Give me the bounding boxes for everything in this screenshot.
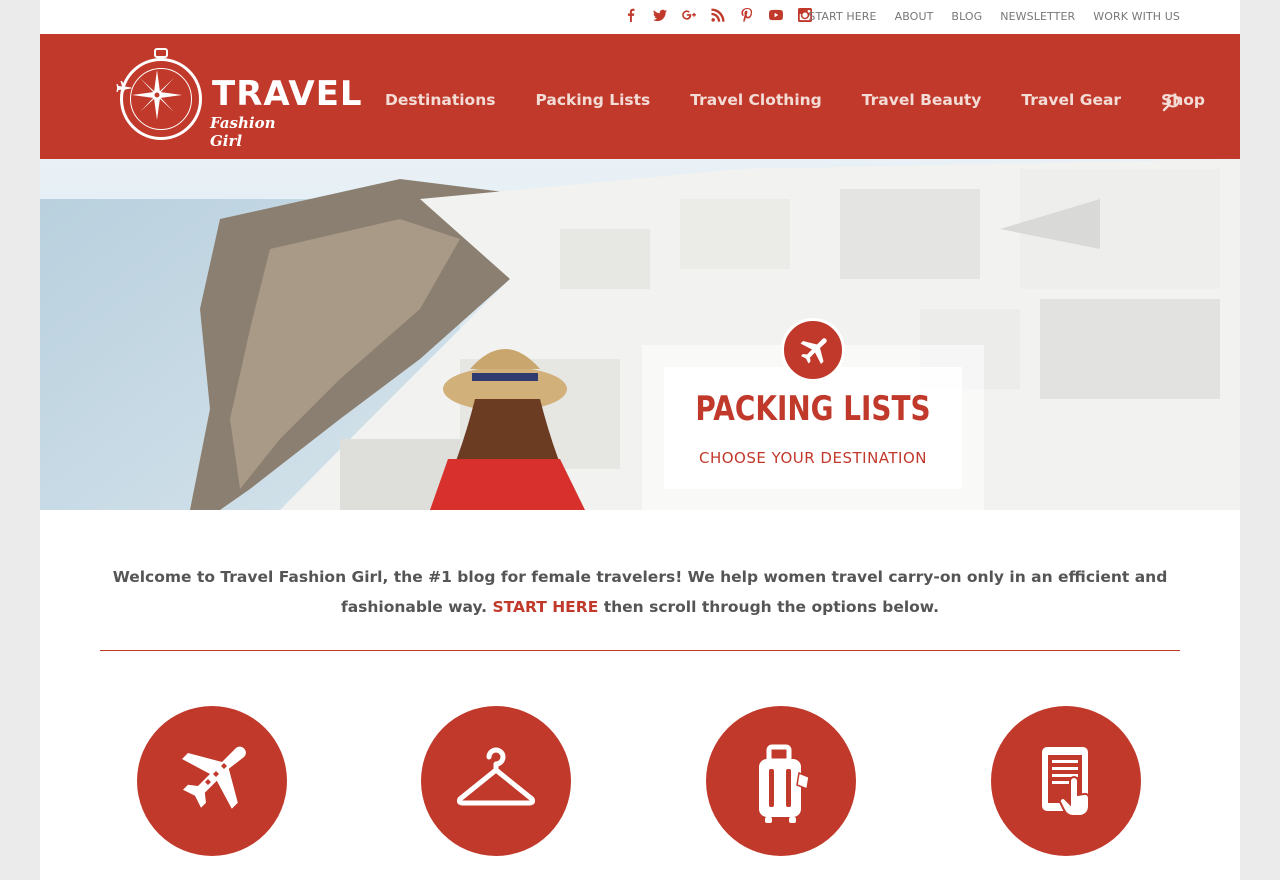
tablet-touch-icon	[1042, 747, 1090, 817]
site-header: TRAVEL Fashion Girl Destinations Packing…	[40, 34, 1240, 159]
top-link-start-here[interactable]: START HERE	[808, 10, 876, 23]
top-link-about[interactable]: ABOUT	[895, 10, 934, 23]
rss-icon[interactable]	[703, 4, 732, 26]
facebook-icon[interactable]	[616, 4, 645, 26]
hero-subtitle: CHOOSE YOUR DESTINATION	[698, 449, 928, 467]
site-logo[interactable]: TRAVEL Fashion Girl	[116, 48, 362, 150]
category-luggage[interactable]	[706, 706, 856, 856]
category-hanger[interactable]	[421, 706, 571, 856]
nav-travel-clothing[interactable]: Travel Clothing	[690, 91, 822, 109]
luggage-icon	[759, 744, 810, 823]
social-icons	[616, 4, 819, 26]
airplane-icon	[800, 338, 827, 364]
hanger-icon	[456, 747, 536, 806]
twitter-icon[interactable]	[645, 4, 674, 26]
top-link-work-with-us[interactable]: WORK WITH US	[1093, 10, 1180, 23]
start-here-link[interactable]: START HERE	[492, 598, 598, 616]
top-bar: START HERE ABOUT BLOG NEWSLETTER WORK WI…	[40, 0, 1240, 34]
search-icon[interactable]	[1162, 93, 1182, 113]
nav-packing-lists[interactable]: Packing Lists	[535, 91, 650, 109]
top-link-blog[interactable]: BLOG	[951, 10, 982, 23]
nav-travel-beauty[interactable]: Travel Beauty	[862, 91, 982, 109]
google-plus-icon[interactable]	[674, 4, 703, 26]
welcome-outro: then scroll through the options below.	[603, 598, 940, 616]
logo-word-travel: TRAVEL	[212, 74, 363, 114]
main-nav: Destinations Packing Lists Travel Clothi…	[385, 91, 1205, 109]
airplane-icon	[182, 746, 246, 809]
nav-travel-gear[interactable]: Travel Gear	[1021, 91, 1121, 109]
logo-plane-icon	[116, 81, 132, 95]
hero-background-image	[40, 159, 1240, 510]
category-tablet[interactable]	[991, 706, 1141, 856]
logo-word-fashion-girl: Fashion Girl	[210, 114, 276, 150]
pinterest-icon[interactable]	[732, 4, 761, 26]
compass-icon	[132, 70, 182, 120]
welcome-text: Welcome to Travel Fashion Girl, the #1 b…	[100, 562, 1180, 622]
hero-title: PACKING LISTS	[695, 389, 931, 429]
section-divider	[100, 650, 1180, 651]
nav-destinations[interactable]: Destinations	[385, 91, 495, 109]
top-links: START HERE ABOUT BLOG NEWSLETTER WORK WI…	[808, 10, 1180, 23]
top-link-newsletter[interactable]: NEWSLETTER	[1000, 10, 1075, 23]
category-airplane[interactable]	[137, 706, 287, 856]
hero-banner[interactable]: PACKING LISTS CHOOSE YOUR DESTINATION	[40, 159, 1240, 510]
hero-airplane-badge	[781, 318, 845, 382]
category-grid	[40, 706, 1240, 856]
youtube-icon[interactable]	[761, 4, 790, 26]
page: START HERE ABOUT BLOG NEWSLETTER WORK WI…	[40, 0, 1240, 880]
